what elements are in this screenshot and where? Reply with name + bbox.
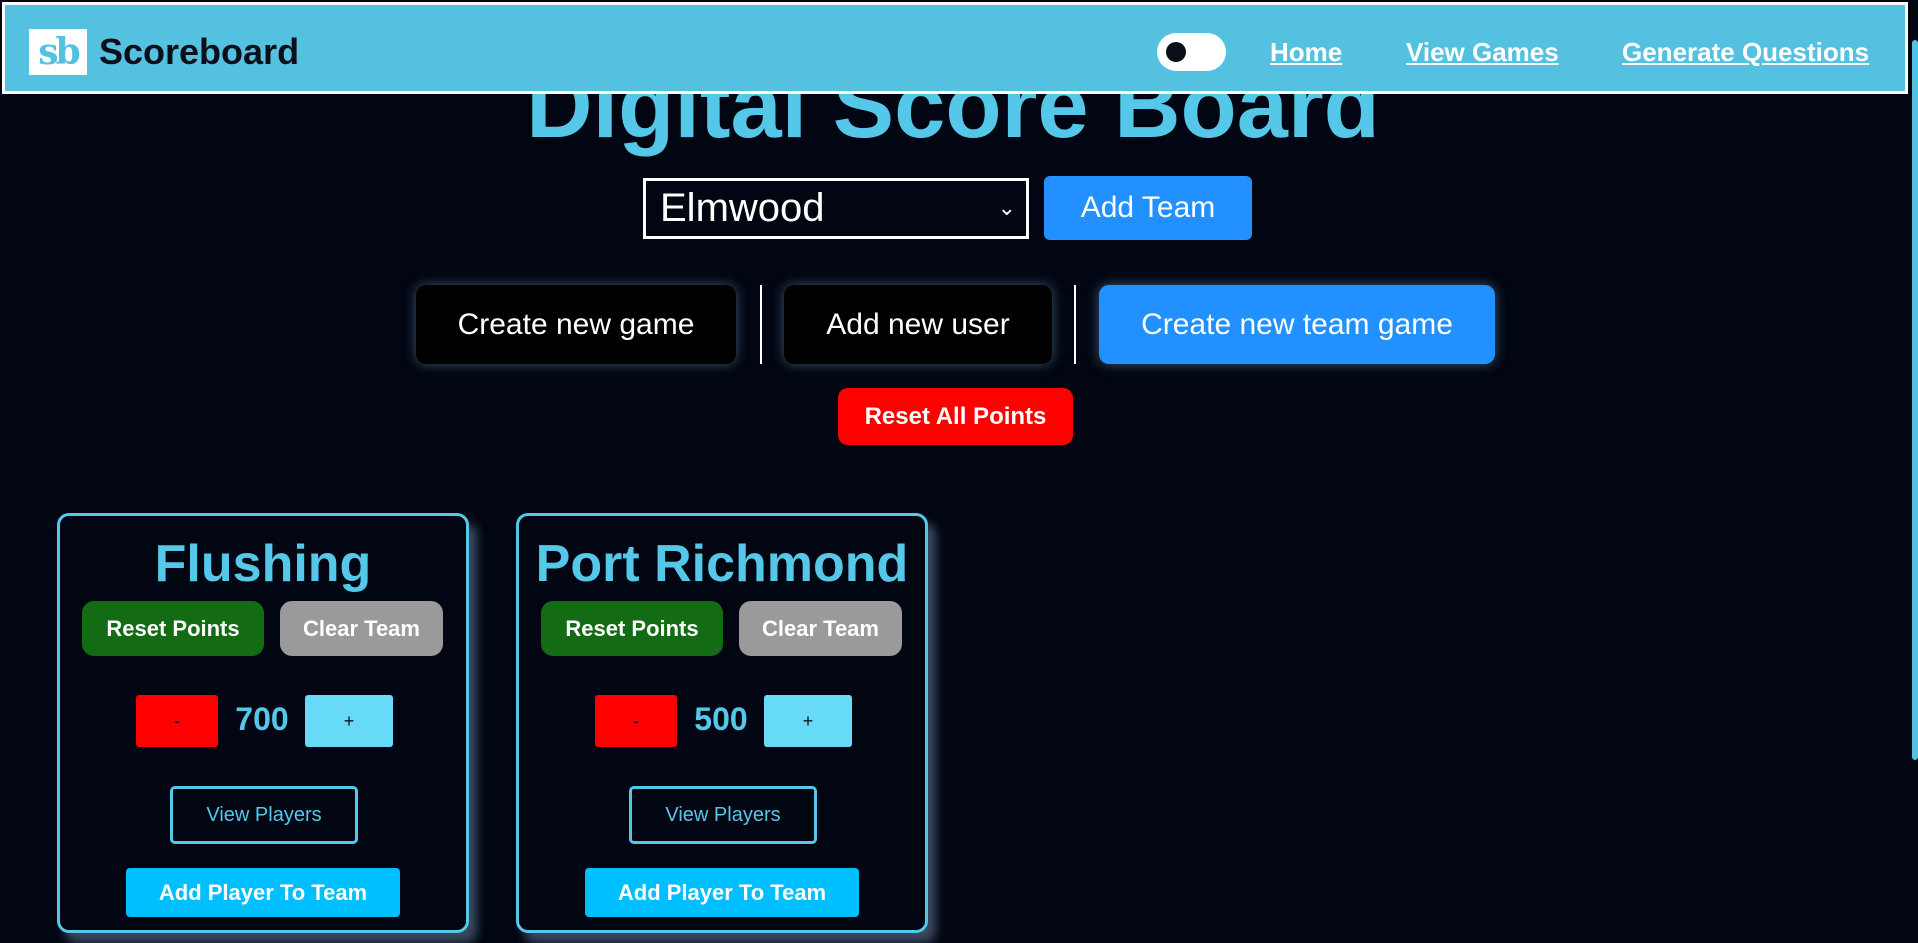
brand-logo-icon: sb [29,29,87,75]
scrollbar[interactable] [1912,40,1918,760]
brand[interactable]: sb Scoreboard [29,29,299,75]
reset-all-points-button[interactable]: Reset All Points [838,388,1073,445]
nav-link-generate-questions[interactable]: Generate Questions [1622,37,1869,68]
view-players-button[interactable]: View Players [629,786,817,844]
toggle-knob-icon [1166,42,1186,62]
page: sb Scoreboard Home View Games Generate Q… [0,0,1918,943]
add-new-user-button[interactable]: Add new user [784,285,1052,364]
brand-name: Scoreboard [99,31,300,72]
divider [1074,285,1076,364]
team-select[interactable]: Elmwood ⌄ [643,178,1029,239]
chevron-down-icon: ⌄ [997,195,1016,220]
navbar: sb Scoreboard Home View Games Generate Q… [2,2,1908,94]
team-card: Flushing Reset Points Clear Team - 700 +… [57,513,469,933]
team-select-value: Elmwood [660,186,825,230]
team-score: 500 [694,701,748,737]
create-new-team-game-button[interactable]: Create new team game [1099,285,1495,364]
increment-score-button[interactable]: + [305,695,393,747]
reset-points-button[interactable]: Reset Points [82,601,264,656]
reset-points-button[interactable]: Reset Points [541,601,723,656]
add-player-to-team-button[interactable]: Add Player To Team [585,868,859,917]
decrement-score-button[interactable]: - [595,695,677,747]
team-card: Port Richmond Reset Points Clear Team - … [516,513,928,933]
theme-toggle[interactable] [1157,33,1226,71]
decrement-score-button[interactable]: - [136,695,218,747]
divider [760,285,762,364]
team-name: Port Richmond [535,535,909,593]
clear-team-button[interactable]: Clear Team [739,601,902,656]
view-players-button[interactable]: View Players [170,786,358,844]
nav-link-view-games[interactable]: View Games [1406,37,1559,68]
increment-score-button[interactable]: + [764,695,852,747]
clear-team-button[interactable]: Clear Team [280,601,443,656]
team-name: Flushing [154,535,372,593]
create-new-game-button[interactable]: Create new game [416,285,736,364]
team-score: 700 [235,701,289,737]
nav-link-home[interactable]: Home [1270,37,1342,68]
add-player-to-team-button[interactable]: Add Player To Team [126,868,400,917]
add-team-button[interactable]: Add Team [1044,176,1252,240]
